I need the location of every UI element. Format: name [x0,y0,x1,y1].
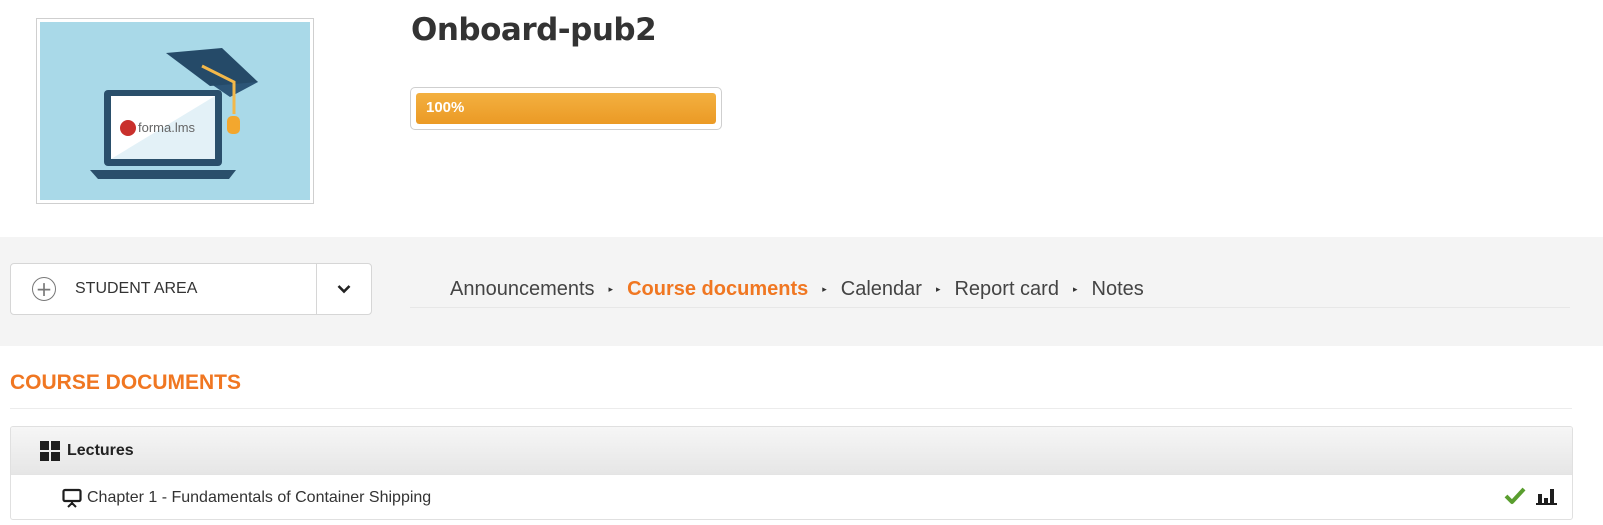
course-progress-bar: 100% [410,87,722,130]
tab-notes[interactable]: Notes [1052,278,1144,301]
course-logo-image: forma.lms [40,22,310,200]
documents-panel: Lectures Chapter 1 - Fundamentals of Con… [10,426,1573,520]
tab-course-documents[interactable]: Course documents [587,278,808,301]
chevron-down-icon[interactable] [317,264,371,314]
progress-label: 100% [426,99,465,116]
course-nav-band: + STUDENT AREA Announcements ▸ Course do… [0,237,1603,346]
tab-announcements[interactable]: Announcements [410,278,595,301]
tab-report-card[interactable]: Report card [914,278,1059,301]
presentation-icon [62,488,82,508]
folder-label: Lectures [67,441,134,459]
stats-bar-chart-icon[interactable] [1536,487,1558,505]
check-icon [1504,487,1526,504]
document-row[interactable]: Chapter 1 - Fundamentals of Container Sh… [11,475,1572,519]
plus-circle-icon: + [32,277,56,301]
course-tabs: Announcements ▸ Course documents ▸ Calen… [410,272,1570,308]
svg-text:forma.lms: forma.lms [138,120,196,135]
student-area-dropdown[interactable]: + STUDENT AREA [10,263,372,315]
document-title-link[interactable]: Chapter 1 - Fundamentals of Container Sh… [87,489,431,507]
folder-grid-icon [40,440,60,461]
section-title: COURSE DOCUMENTS [10,371,242,394]
student-area-label: STUDENT AREA [75,280,198,297]
section-divider [10,408,1572,409]
document-actions [1504,487,1558,505]
course-title: Onboard-pub2 [411,12,657,48]
folder-row[interactable]: Lectures [11,427,1572,475]
course-thumbnail: forma.lms [36,18,314,204]
tab-calendar[interactable]: Calendar [801,278,922,301]
